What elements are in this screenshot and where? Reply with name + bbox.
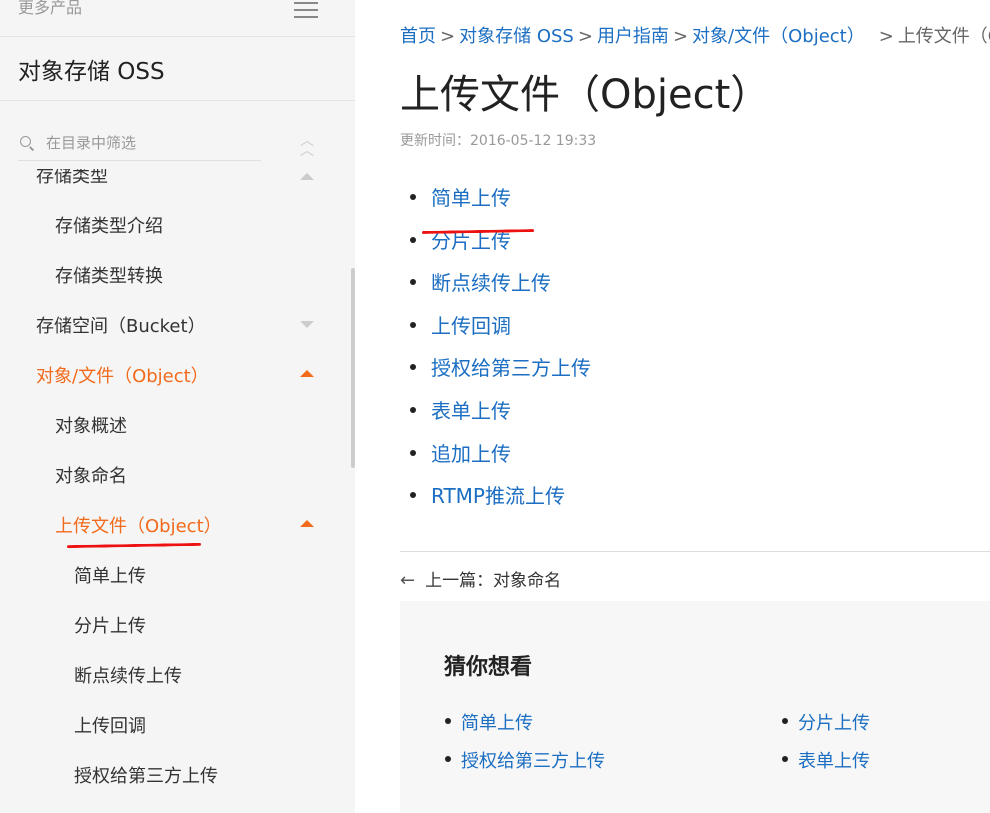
link-rtmp-upload[interactable]: RTMP推流上传 [431,480,565,509]
divider [0,100,355,101]
link-form-upload[interactable]: 表单上传 [431,395,511,424]
breadcrumb-separator: > [672,26,689,47]
collapse-arrow-icon[interactable] [300,370,314,377]
sidebar: 更多产品 对象存储 OSS ︿︿ 存储类型 存储类型介绍 存储类型转换 存储空间… [0,0,355,813]
filter-input[interactable] [44,131,258,155]
sidebar-item-upload-object[interactable]: 上传文件（Object） [55,512,222,538]
more-products-link[interactable]: 更多产品 [18,0,82,18]
sidebar-item-object-overview[interactable]: 对象概述 [55,412,127,438]
link-simple-upload[interactable]: 简单上传 [431,182,511,211]
sidebar-item-object[interactable]: 对象/文件（Object） [36,362,209,388]
collapse-all-icon[interactable]: ︿ ︿ [296,134,318,158]
sidebar-item-bucket[interactable]: 存储空间（Bucket） [36,312,206,338]
sidebar-item-upload-callback[interactable]: 上传回调 [74,712,146,738]
link-resumable-upload[interactable]: 断点续传上传 [431,267,551,296]
list-item: 授权给第三方上传 [445,747,605,773]
sidebar-scrollbar[interactable] [351,268,355,468]
arrow-left-icon: ← [400,570,416,591]
breadcrumb-separator: > [878,26,894,47]
breadcrumb-guide[interactable]: 用户指南 [597,26,669,47]
list-item: 分片上传 [782,709,870,735]
collapse-arrow-icon[interactable] [300,520,314,527]
breadcrumb-current: 上传文件（Objec [897,26,990,47]
breadcrumb-separator: > [440,26,456,47]
sidebar-item-object-naming[interactable]: 对象命名 [55,462,127,488]
breadcrumb-oss[interactable]: 对象存储 OSS [459,26,574,47]
breadcrumb-object[interactable]: 对象/文件（Object） [692,26,865,47]
filter-box [18,126,261,161]
breadcrumb: 首页>对象存储 OSS>用户指南>对象/文件（Object）>上传文件（Obje… [400,22,990,48]
sidebar-item-simple-upload[interactable]: 简单上传 [74,562,146,588]
sidebar-item-multipart-upload[interactable]: 分片上传 [74,612,146,638]
annotation-underline [66,542,202,549]
divider [400,551,990,552]
menu-icon[interactable] [294,2,318,18]
link-upload-callback[interactable]: 上传回调 [431,310,511,339]
sidebar-item-storage-type-convert[interactable]: 存储类型转换 [55,262,163,288]
recommend-link[interactable]: 简单上传 [461,713,533,734]
sidebar-item-third-party-upload[interactable]: 授权给第三方上传 [74,762,218,788]
prev-article-link[interactable]: ← 上一篇：对象命名 [400,566,561,591]
sidebar-header: 更多产品 [0,0,355,37]
breadcrumb-home[interactable]: 首页 [400,26,436,47]
recommend-title: 猜你想看 [444,655,533,680]
link-append-upload[interactable]: 追加上传 [431,438,511,467]
search-icon [20,136,31,147]
breadcrumb-separator: > [577,26,593,47]
list-item: 简单上传 [445,709,533,735]
recommend-panel: 猜你想看 简单上传 分片上传 授权给第三方上传 表单上传 [400,601,990,813]
sidebar-tree: 存储类型 存储类型介绍 存储类型转换 存储空间（Bucket） 对象/文件（Ob… [0,162,355,813]
link-third-party-upload[interactable]: 授权给第三方上传 [431,352,591,381]
recommend-link[interactable]: 表单上传 [798,751,870,772]
list-item: 表单上传 [782,747,870,773]
recommend-link[interactable]: 分片上传 [798,713,870,734]
sidebar-item-storage-type-intro[interactable]: 存储类型介绍 [55,212,163,238]
sidebar-title[interactable]: 对象存储 OSS [18,52,165,86]
prev-article-label: 上一篇：对象命名 [425,571,562,591]
sidebar-item-storage-type[interactable]: 存储类型 [36,169,108,188]
page-title: 上传文件（Object） [400,72,771,118]
sidebar-item-resumable-upload[interactable]: 断点续传上传 [74,662,182,688]
expand-arrow-icon[interactable] [300,321,314,328]
recommend-link[interactable]: 授权给第三方上传 [461,751,605,772]
collapse-arrow-icon[interactable] [300,173,314,180]
updated-time: 更新时间：2016-05-12 19:33 [400,133,597,149]
